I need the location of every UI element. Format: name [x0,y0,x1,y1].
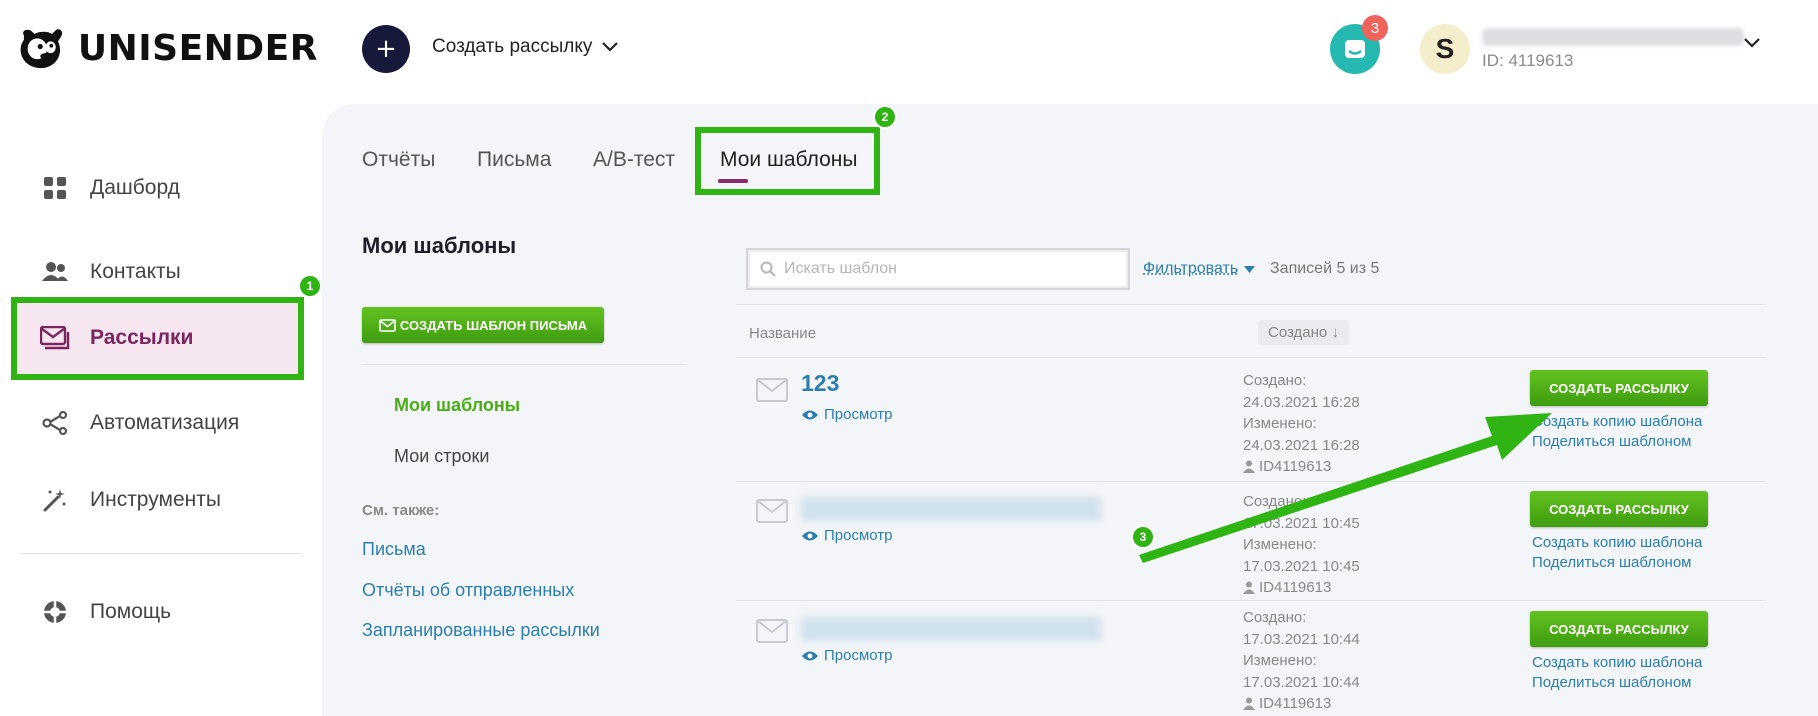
annotation-arrow [1139,413,1552,563]
step-badge-3: 3 [1131,525,1155,549]
